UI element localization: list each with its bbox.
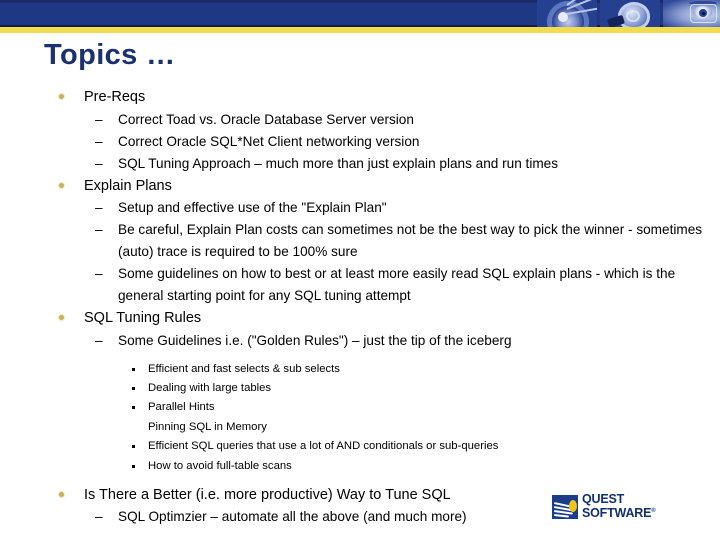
bullet-level3: Efficient and fast selects & sub selects xyxy=(0,360,720,379)
square-bullet-icon xyxy=(132,367,135,371)
logo-line-software: SOFTWARE® xyxy=(582,506,656,521)
logo-line-quest: QUEST xyxy=(582,492,625,507)
dash-bullet-icon: – xyxy=(95,509,103,525)
bullet-level2: – Correct Oracle SQL*Net Client networki… xyxy=(0,131,720,153)
bullet-level3: Parallel Hints Pinning SQL in Memory xyxy=(0,398,720,437)
bullet-text: Be careful, Explain Plan costs can somet… xyxy=(118,222,703,259)
bullet-text: Efficient SQL queries that use a lot of … xyxy=(148,440,499,453)
lightbulb-photo xyxy=(600,0,660,27)
bullet-level1: Pre-Reqs xyxy=(0,86,720,109)
bullet-text: Correct Toad vs. Oracle Database Server … xyxy=(118,111,414,127)
bullet-text: Is There a Better (i.e. more productive)… xyxy=(84,486,451,503)
bullet-level2: – Some guidelines on how to best or at l… xyxy=(0,263,720,307)
quest-logo-mark-icon xyxy=(552,495,578,519)
bullet-text: Some guidelines on how to best or at lea… xyxy=(118,266,676,303)
eye-photo xyxy=(663,0,720,27)
swoosh-icon xyxy=(553,514,570,518)
dash-bullet-icon: – xyxy=(95,155,103,171)
slide-body: Pre-Reqs – Correct Toad vs. Oracle Datab… xyxy=(0,86,720,528)
dot-bullet-icon xyxy=(59,94,64,99)
bullet-text: Explain Plans xyxy=(84,177,172,194)
bullet-level2: – Be careful, Explain Plan costs can som… xyxy=(0,219,720,263)
bullet-level1: SQL Tuning Rules xyxy=(0,307,720,330)
bullet-text: How to avoid full-table scans xyxy=(148,459,292,472)
square-bullet-icon xyxy=(132,464,135,468)
bullet-level3: Dealing with large tables xyxy=(0,379,720,398)
bullet-text: Setup and effective use of the "Explain … xyxy=(118,200,387,215)
gold-dot-icon xyxy=(569,500,577,512)
registered-mark-icon: ® xyxy=(651,507,656,514)
bullet-level2: – SQL Tuning Approach – much more than j… xyxy=(0,153,720,175)
disc-photo xyxy=(537,0,597,27)
bullet-text: Correct Oracle SQL*Net Client networking… xyxy=(118,133,420,149)
bullet-level3: How to avoid full-table scans xyxy=(0,457,720,476)
square-bullet-icon xyxy=(132,386,135,390)
bullet-text: Pre-Reqs xyxy=(84,89,146,105)
lightbulb-filament-icon xyxy=(626,10,640,22)
quest-software-logo: QUEST SOFTWARE® xyxy=(552,493,692,521)
square-bullet-icon xyxy=(132,445,135,449)
dot-bullet-icon xyxy=(59,315,64,320)
quest-logo-wordmark: QUEST SOFTWARE® xyxy=(582,492,656,521)
bullet-level2: – Setup and effective use of the "Explai… xyxy=(0,197,720,219)
header-yellow-band xyxy=(0,27,720,33)
logo-software-text: SOFTWARE xyxy=(582,506,652,521)
eyeglasses-icon xyxy=(690,4,717,23)
bullet-level1: Explain Plans xyxy=(0,175,720,198)
header-photo-strip xyxy=(537,0,720,27)
bullet-level2: – Correct Toad vs. Oracle Database Serve… xyxy=(0,109,720,131)
bullet-level2: – Some Guidelines i.e. ("Golden Rules") … xyxy=(0,330,720,352)
dash-bullet-icon: – xyxy=(95,332,103,348)
dash-bullet-icon: – xyxy=(95,266,103,281)
dot-bullet-icon xyxy=(59,491,64,497)
dash-bullet-icon: – xyxy=(95,200,103,215)
bullet-text: Some Guidelines i.e. ("Golden Rules") – … xyxy=(118,332,512,348)
bullet-text: Efficient and fast selects & sub selects xyxy=(148,362,340,375)
dash-bullet-icon: – xyxy=(95,133,103,149)
header-banner xyxy=(0,0,720,33)
dash-bullet-icon: – xyxy=(95,222,103,237)
bullet-text: SQL Tuning Approach – much more than jus… xyxy=(118,155,559,171)
page-title: Topics … xyxy=(44,39,176,71)
bullet-text-continued: Pinning SQL in Memory xyxy=(148,420,267,433)
bullet-level3: Efficient SQL queries that use a lot of … xyxy=(0,437,720,456)
square-bullet-icon xyxy=(132,406,135,410)
bullet-text: Parallel Hints xyxy=(148,401,215,414)
bullet-text: Dealing with large tables xyxy=(148,381,272,394)
dash-bullet-icon: – xyxy=(95,111,103,127)
dot-bullet-icon xyxy=(59,182,64,188)
bullet-text: SQL Tuning Rules xyxy=(84,310,202,326)
